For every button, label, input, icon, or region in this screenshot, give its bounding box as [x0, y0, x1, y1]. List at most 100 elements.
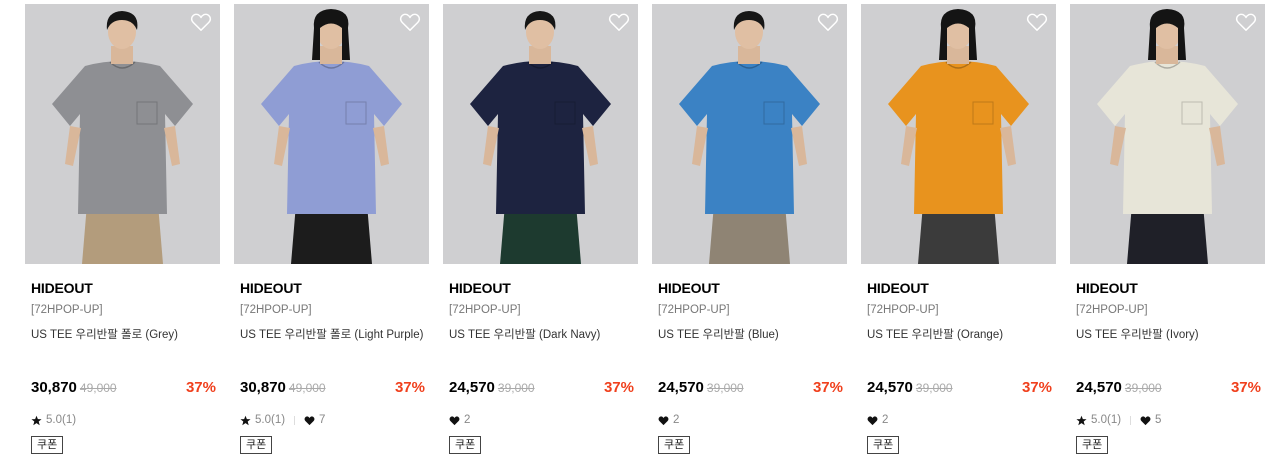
product-meta: 2	[867, 412, 888, 428]
heart-icon	[304, 415, 315, 426]
product-meta: 5.0(1) 5	[1076, 412, 1161, 428]
coupon-badge: 쿠폰	[658, 436, 691, 454]
star-icon	[1076, 415, 1087, 426]
product-photo	[652, 4, 847, 264]
original-price: 39,000	[497, 381, 535, 395]
likes-count: 2	[882, 414, 889, 426]
price-row: 24,570 39,000 37%	[1076, 379, 1261, 399]
likes-count: 5	[1155, 414, 1162, 426]
discount-rate: 37%	[603, 379, 634, 396]
likes-count: 2	[673, 414, 680, 426]
rating-value: 5.0(1)	[1091, 414, 1122, 426]
brand-name[interactable]: HIDEOUT	[240, 280, 302, 296]
rating-value: 5.0(1)	[255, 414, 286, 426]
brand-name[interactable]: HIDEOUT	[867, 280, 929, 296]
promo-tag: [72HPOP-UP]	[449, 304, 521, 316]
product-image[interactable]	[1070, 4, 1265, 264]
price-row: 30,870 49,000 37%	[240, 379, 425, 399]
coupon-badge: 쿠폰	[31, 436, 64, 454]
brand-name[interactable]: HIDEOUT	[31, 280, 93, 296]
star-icon	[31, 415, 42, 426]
likes: 2	[449, 414, 470, 426]
product-image[interactable]	[652, 4, 847, 264]
product-photo	[861, 4, 1056, 264]
product-photo	[443, 4, 638, 264]
product-meta: 5.0(1)	[31, 412, 76, 428]
wishlist-heart-icon[interactable]	[608, 12, 630, 32]
brand-name[interactable]: HIDEOUT	[1076, 280, 1138, 296]
sale-price: 24,570	[449, 379, 495, 396]
coupon-badge: 쿠폰	[1076, 436, 1109, 454]
brand-name[interactable]: HIDEOUT	[658, 280, 720, 296]
discount-rate: 37%	[394, 379, 425, 396]
product-card[interactable]: HIDEOUT [72HPOP-UP] US TEE 우리반팔 폴로 (Ligh…	[234, 4, 429, 464]
product-grid: HIDEOUT [72HPOP-UP] US TEE 우리반팔 폴로 (Grey…	[0, 0, 1273, 471]
product-name[interactable]: US TEE 우리반팔 (Dark Navy)	[449, 326, 639, 342]
rating: 5.0(1)	[1076, 414, 1121, 426]
product-image[interactable]	[443, 4, 638, 264]
product-meta: 2	[658, 412, 679, 428]
price-row: 24,570 39,000 37%	[449, 379, 634, 399]
product-card[interactable]: HIDEOUT [72HPOP-UP] US TEE 우리반팔 (Dark Na…	[443, 4, 638, 464]
product-name[interactable]: US TEE 우리반팔 폴로 (Light Purple)	[240, 326, 430, 342]
wishlist-heart-icon[interactable]	[399, 12, 421, 32]
discount-rate: 37%	[812, 379, 843, 396]
discount-rate: 37%	[185, 379, 216, 396]
product-meta: 5.0(1) 7	[240, 412, 325, 428]
wishlist-heart-icon[interactable]	[1026, 12, 1048, 32]
price-row: 24,570 39,000 37%	[867, 379, 1052, 399]
sale-price: 24,570	[658, 379, 704, 396]
promo-tag: [72HPOP-UP]	[867, 304, 939, 316]
likes: 2	[867, 414, 888, 426]
original-price: 39,000	[915, 381, 953, 395]
product-name[interactable]: US TEE 우리반팔 폴로 (Grey)	[31, 326, 221, 342]
price-row: 24,570 39,000 37%	[658, 379, 843, 399]
coupon-badge: 쿠폰	[240, 436, 273, 454]
product-image[interactable]	[25, 4, 220, 264]
product-card[interactable]: HIDEOUT [72HPOP-UP] US TEE 우리반팔 (Ivory) …	[1070, 4, 1265, 464]
coupon-badge: 쿠폰	[449, 436, 482, 454]
product-meta: 2	[449, 412, 470, 428]
coupon-badge: 쿠폰	[867, 436, 900, 454]
divider	[1130, 415, 1132, 425]
discount-rate: 37%	[1021, 379, 1052, 396]
likes: 2	[658, 414, 679, 426]
product-photo	[1070, 4, 1265, 264]
divider	[294, 415, 296, 425]
price-row: 30,870 49,000 37%	[31, 379, 216, 399]
sale-price: 24,570	[867, 379, 913, 396]
product-card[interactable]: HIDEOUT [72HPOP-UP] US TEE 우리반팔 (Orange)…	[861, 4, 1056, 464]
discount-rate: 37%	[1230, 379, 1261, 396]
rating-value: 5.0(1)	[46, 414, 77, 426]
product-card[interactable]: HIDEOUT [72HPOP-UP] US TEE 우리반팔 폴로 (Grey…	[25, 4, 220, 464]
original-price: 49,000	[288, 381, 326, 395]
product-name[interactable]: US TEE 우리반팔 (Blue)	[658, 326, 848, 342]
product-image[interactable]	[234, 4, 429, 264]
wishlist-heart-icon[interactable]	[817, 12, 839, 32]
wishlist-heart-icon[interactable]	[190, 12, 212, 32]
product-image[interactable]	[861, 4, 1056, 264]
product-name[interactable]: US TEE 우리반팔 (Orange)	[867, 326, 1057, 342]
product-photo	[234, 4, 429, 264]
original-price: 49,000	[79, 381, 117, 395]
original-price: 39,000	[1124, 381, 1162, 395]
rating: 5.0(1)	[240, 414, 285, 426]
brand-name[interactable]: HIDEOUT	[449, 280, 511, 296]
original-price: 39,000	[706, 381, 744, 395]
product-photo	[25, 4, 220, 264]
heart-icon	[449, 415, 460, 426]
promo-tag: [72HPOP-UP]	[240, 304, 312, 316]
heart-icon	[1140, 415, 1151, 426]
sale-price: 30,870	[31, 379, 77, 396]
sale-price: 24,570	[1076, 379, 1122, 396]
sale-price: 30,870	[240, 379, 286, 396]
wishlist-heart-icon[interactable]	[1235, 12, 1257, 32]
rating: 5.0(1)	[31, 414, 76, 426]
product-card[interactable]: HIDEOUT [72HPOP-UP] US TEE 우리반팔 (Blue) 2…	[652, 4, 847, 464]
likes-count: 2	[464, 414, 471, 426]
promo-tag: [72HPOP-UP]	[31, 304, 103, 316]
likes: 7	[304, 414, 325, 426]
likes: 5	[1140, 414, 1161, 426]
product-name[interactable]: US TEE 우리반팔 (Ivory)	[1076, 326, 1266, 342]
star-icon	[240, 415, 251, 426]
